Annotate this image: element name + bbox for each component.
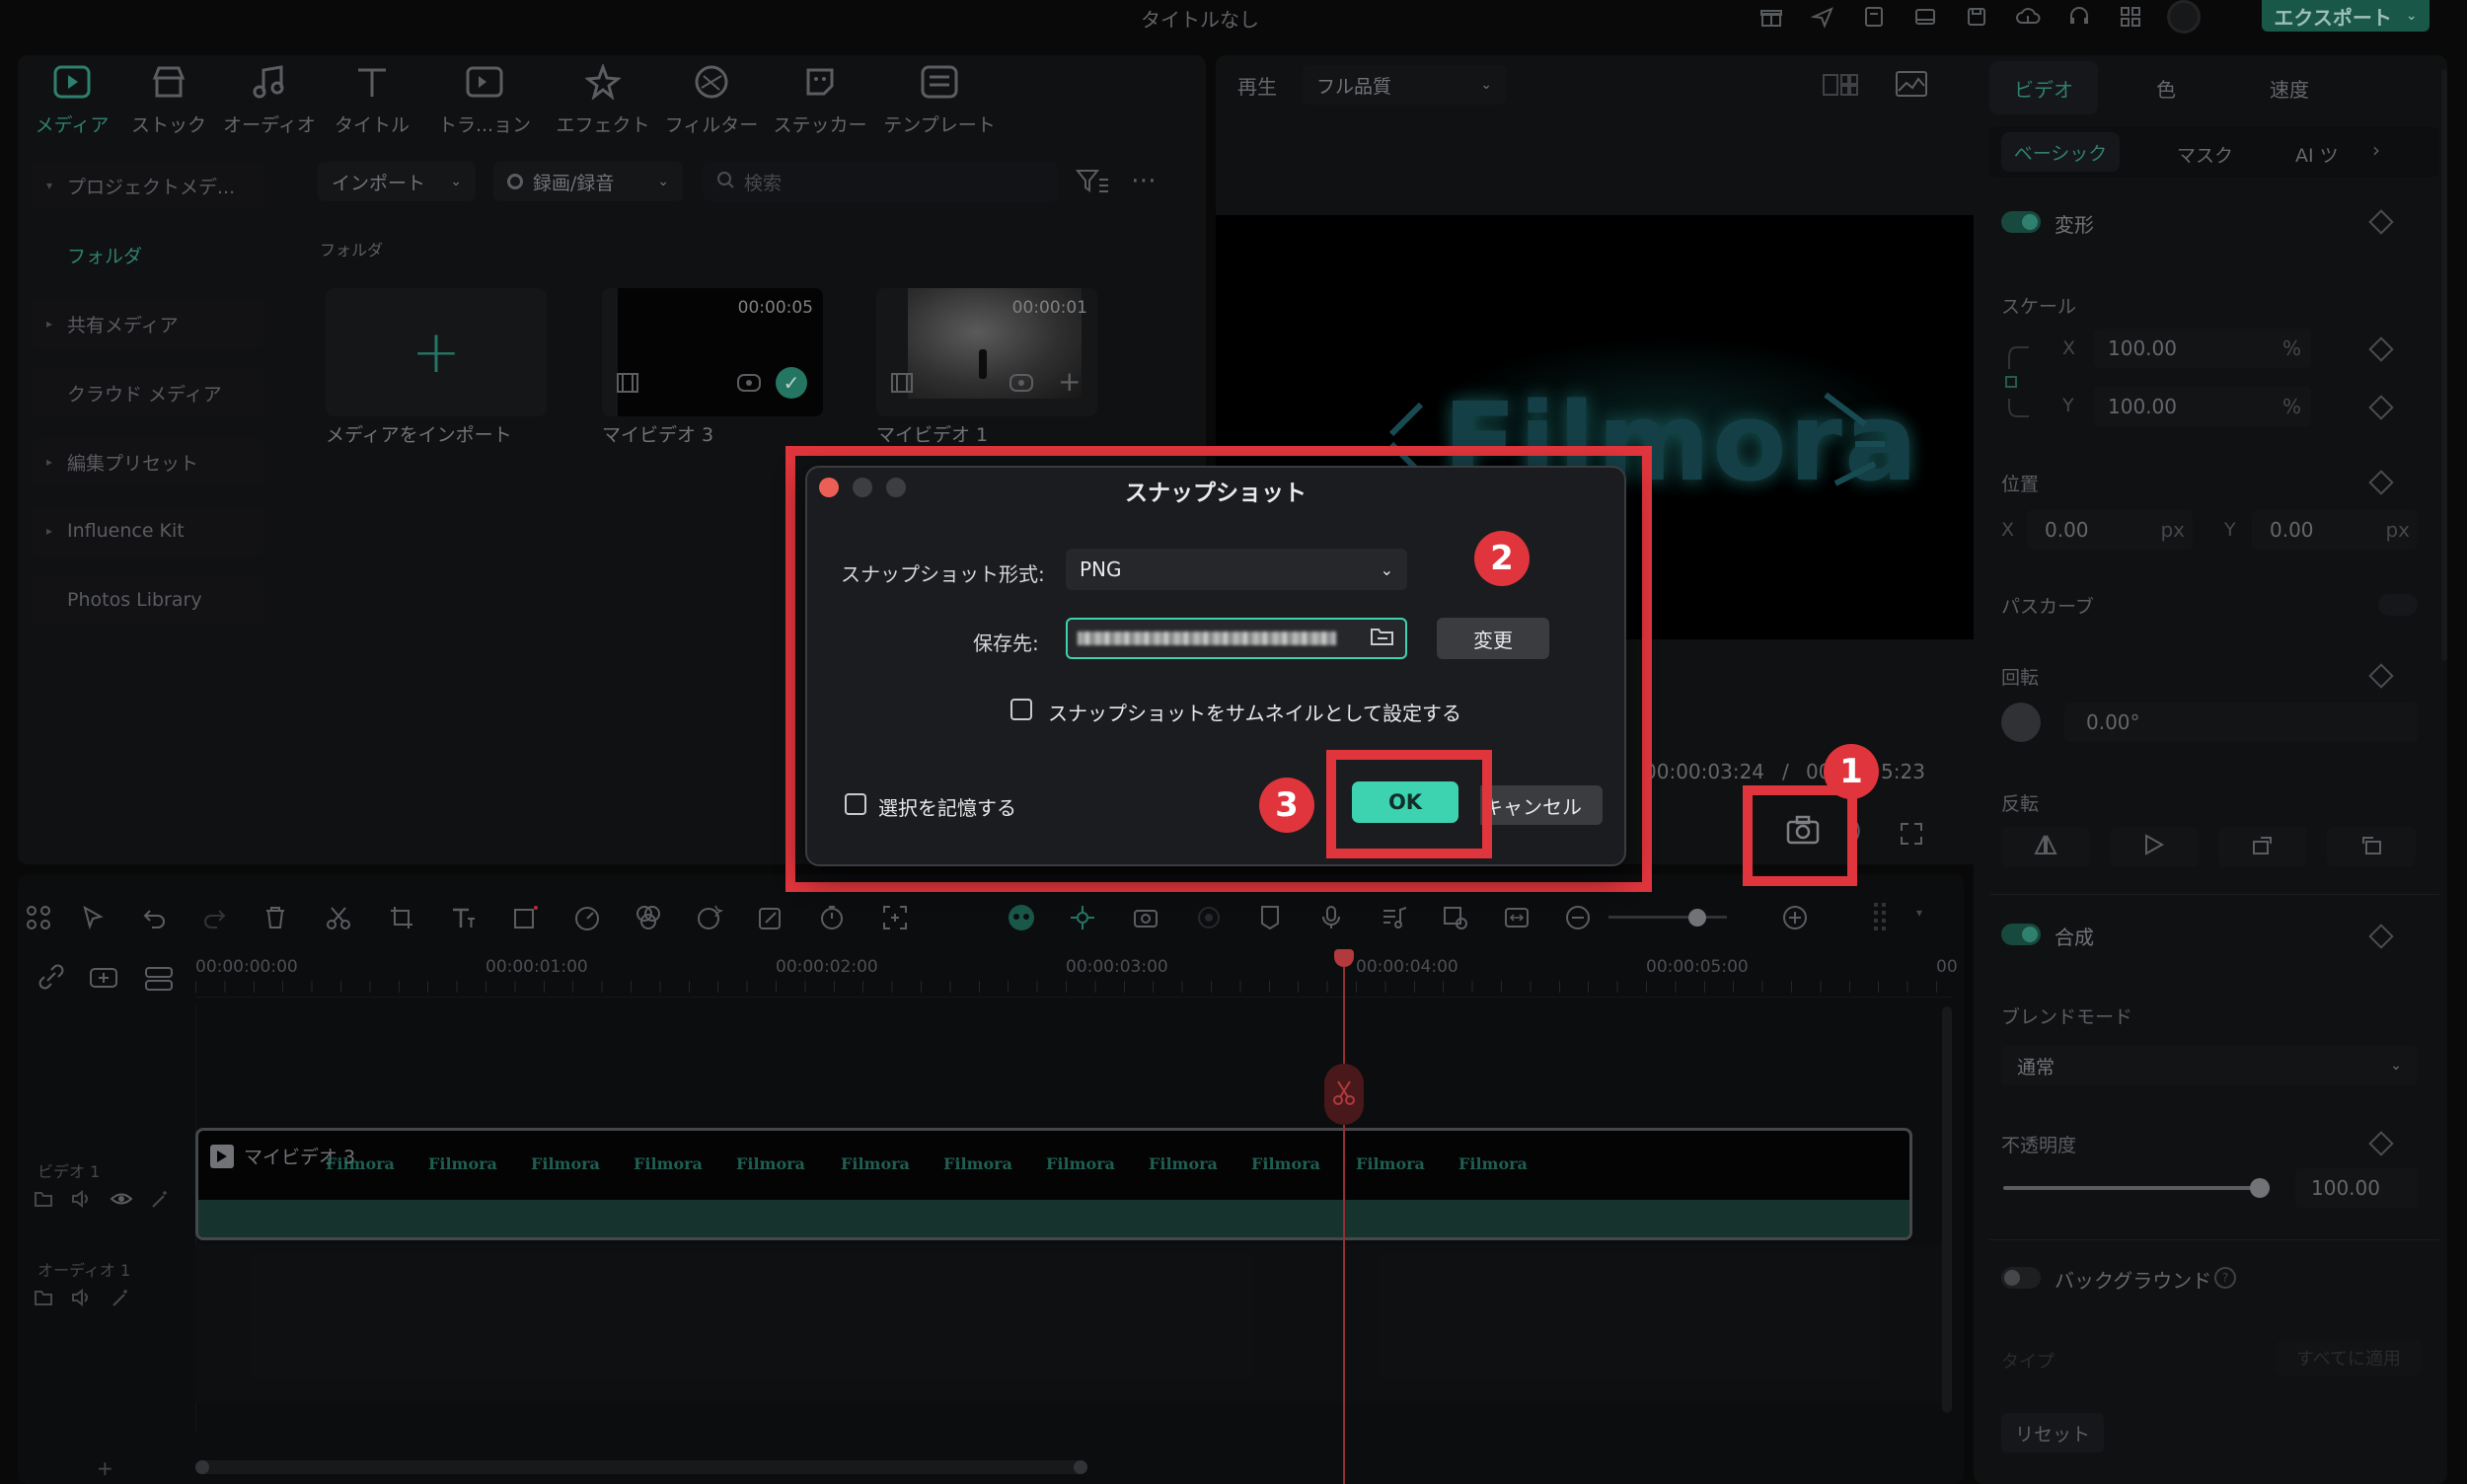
blurred-path bbox=[1078, 631, 1336, 645]
remember-checkbox[interactable] bbox=[845, 793, 866, 815]
step-badge: 1 bbox=[1824, 744, 1879, 799]
ok-button[interactable]: OK bbox=[1352, 781, 1458, 823]
dialog-title: スナップショット bbox=[1125, 481, 1307, 506]
thumbnail-checkbox[interactable] bbox=[1010, 699, 1032, 720]
camera-highlight bbox=[1743, 785, 1857, 886]
step-number: 3 bbox=[1275, 785, 1299, 825]
save-path-field[interactable] bbox=[1066, 618, 1407, 659]
folder-open-icon[interactable] bbox=[1370, 626, 1395, 651]
ok-button-label: OK bbox=[1387, 790, 1423, 814]
step-badge: 3 bbox=[1259, 778, 1314, 833]
change-button-label: 変更 bbox=[1473, 628, 1513, 652]
remember-checkbox-label: 選択を記憶する bbox=[878, 796, 1016, 820]
step-badge: 2 bbox=[1474, 531, 1530, 586]
step-number: 2 bbox=[1490, 539, 1514, 578]
thumbnail-checkbox-label: スナップショットをサムネイルとして設定する bbox=[1048, 702, 1461, 725]
change-button[interactable]: 変更 bbox=[1437, 618, 1549, 659]
step-number: 1 bbox=[1839, 752, 1863, 791]
format-dropdown[interactable]: PNG ⌄ bbox=[1066, 549, 1407, 590]
format-value: PNG bbox=[1080, 557, 1122, 581]
save-location-label: 保存先: bbox=[973, 631, 1039, 655]
format-label: スナップショット形式: bbox=[841, 562, 1045, 586]
cancel-button-label: キャンセル bbox=[1483, 794, 1582, 819]
snapshot-dialog: スナップショット スナップショット形式: PNG ⌄ 保存先: 変更 スナップショ… bbox=[805, 466, 1626, 866]
chevron-down-icon: ⌄ bbox=[1380, 559, 1393, 579]
